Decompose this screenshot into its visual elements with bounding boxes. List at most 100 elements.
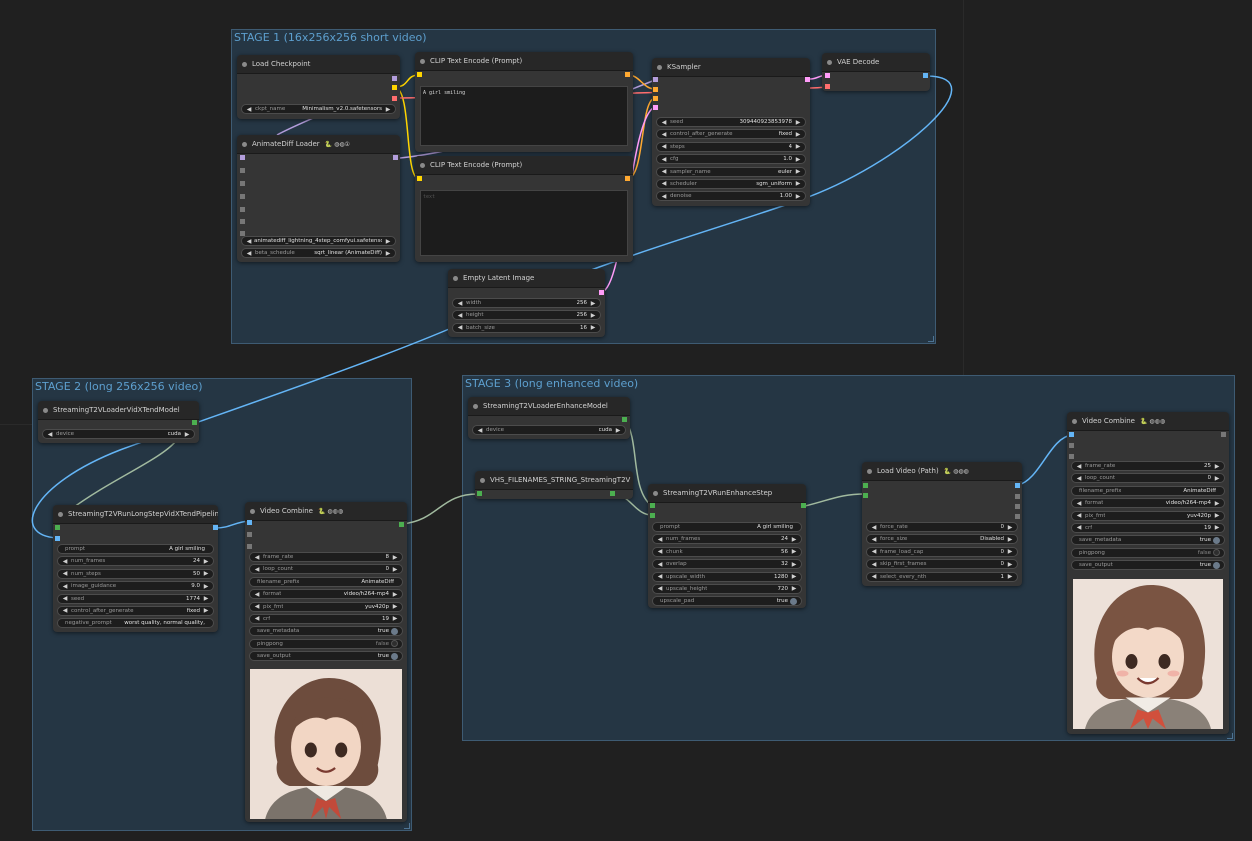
widget-negative-prompt[interactable]: negative_prompt worst quality, normal qua… (57, 618, 214, 629)
video-preview[interactable] (250, 669, 402, 819)
increment-arrow-icon[interactable]: ▶ (1007, 548, 1013, 555)
decrement-arrow-icon[interactable]: ◀ (661, 119, 667, 126)
node-title-bar[interactable]: CLIP Text Encode (Prompt) (415, 52, 633, 71)
widget-height[interactable]: ◀ height 256 ▶ (452, 310, 601, 321)
input-port-clip[interactable] (417, 72, 422, 77)
widget-width[interactable]: ◀ width 256 ▶ (452, 298, 601, 308)
decrement-arrow-icon[interactable]: ◀ (657, 561, 663, 568)
widget-loop-count[interactable]: ◀ loop_count 0 ▶ (1071, 473, 1225, 484)
widget-sampler-name[interactable]: ◀ sampler_name euler ▶ (656, 166, 806, 177)
widget-upscale-width[interactable]: ◀ upscale_width 1280 ▶ (652, 571, 802, 582)
decrement-arrow-icon[interactable]: ◀ (62, 558, 68, 565)
increment-arrow-icon[interactable]: ▶ (795, 168, 801, 175)
increment-arrow-icon[interactable]: ▶ (791, 585, 797, 592)
input-port-motion-lora[interactable] (240, 181, 245, 186)
widget-prompt[interactable]: prompt A girl smiling (57, 544, 214, 554)
widget-control-after-generate[interactable]: ◀ control_after_generate fixed ▶ (656, 129, 806, 140)
widget-control-after-generate[interactable]: ◀ control_after_generate fixed ▶ (57, 605, 214, 616)
output-port-conditioning[interactable] (625, 176, 630, 181)
increment-arrow-icon[interactable]: ▶ (795, 156, 801, 163)
widget-upscale-pad[interactable]: upscale_pad true (652, 596, 802, 607)
decrement-arrow-icon[interactable]: ◀ (661, 143, 667, 150)
output-port-path[interactable] (801, 503, 806, 508)
input-port-positive[interactable] (653, 87, 658, 92)
decrement-arrow-icon[interactable]: ◀ (62, 570, 68, 577)
input-port-video-path[interactable] (650, 513, 655, 518)
widget-device[interactable]: ◀ device cuda ▶ (42, 429, 195, 439)
output-port-filenames[interactable] (399, 522, 404, 527)
widget-seed[interactable]: ◀ seed 1774 ▶ (57, 593, 214, 604)
output-port-latent[interactable] (599, 290, 604, 295)
node-clip-text-encode-positive[interactable]: CLIP Text Encode (Prompt) A girl smiling (415, 52, 633, 152)
node-ksampler[interactable]: KSampler ◀ seed 309440923853978 ▶ ◀ control_… (652, 58, 810, 206)
widget-pix-fmt[interactable]: ◀ pix_fmt yuv420p ▶ (249, 601, 403, 612)
increment-arrow-icon[interactable]: ▶ (1214, 524, 1220, 531)
widget-save-metadata[interactable]: save_metadata true (249, 626, 403, 637)
input-port-images[interactable] (247, 520, 252, 525)
decrement-arrow-icon[interactable]: ◀ (661, 156, 667, 163)
output-port-video-info[interactable] (1015, 514, 1020, 519)
node-title-bar[interactable]: StreamingT2VRunEnhanceStep (648, 484, 806, 503)
input-port-latent[interactable] (653, 105, 658, 110)
widget-num-steps[interactable]: ◀ num_steps 50 ▶ (57, 568, 214, 579)
node-title-bar[interactable]: StreamingT2VLoaderVidXTendModel (38, 401, 199, 420)
input-port-context-options[interactable] (240, 168, 245, 173)
output-port-images[interactable] (1015, 483, 1020, 488)
increment-arrow-icon[interactable]: ▶ (392, 566, 398, 573)
decrement-arrow-icon[interactable]: ◀ (477, 427, 483, 434)
toggle-knob[interactable] (1213, 561, 1220, 569)
increment-arrow-icon[interactable]: ▶ (791, 573, 797, 580)
widget-pingpong[interactable]: pingpong false (1071, 547, 1225, 558)
node-streaming-t2v-loader-vidxtend[interactable]: StreamingT2VLoaderVidXTendModel ◀ device c… (38, 401, 199, 443)
widget-chunk[interactable]: ◀ chunk 56 ▶ (652, 546, 802, 557)
increment-arrow-icon[interactable]: ▶ (590, 312, 596, 319)
output-port-conditioning[interactable] (625, 72, 630, 77)
collapse-dot[interactable] (827, 59, 832, 65)
collapse-dot[interactable] (657, 64, 662, 70)
collapse-dot[interactable] (58, 511, 63, 517)
input-port-meta-batch[interactable] (247, 544, 252, 549)
increment-arrow-icon[interactable]: ▶ (392, 615, 398, 622)
increment-arrow-icon[interactable]: ▶ (203, 570, 209, 577)
increment-arrow-icon[interactable]: ▶ (392, 591, 398, 598)
increment-arrow-icon[interactable]: ▶ (615, 427, 621, 434)
decrement-arrow-icon[interactable]: ◀ (246, 250, 252, 257)
output-port-filenames[interactable] (1221, 432, 1226, 437)
output-port-images[interactable] (213, 525, 218, 530)
decrement-arrow-icon[interactable]: ◀ (657, 536, 663, 543)
output-port-clip[interactable] (392, 85, 397, 90)
toggle-knob[interactable] (391, 627, 398, 635)
video-preview[interactable] (1073, 579, 1223, 729)
input-port-images[interactable] (55, 536, 60, 541)
node-title-bar[interactable]: KSampler (652, 58, 810, 77)
output-port-latent[interactable] (805, 77, 810, 82)
node-video-combine-stage-3[interactable]: Video Combine 🐍 ◍◍◍ ◀ frame_rate 25 ▶ ◀ loop… (1067, 412, 1229, 734)
widget-force-size[interactable]: ◀ force_size Disabled ▶ (866, 534, 1018, 545)
increment-arrow-icon[interactable]: ▶ (184, 431, 190, 438)
increment-arrow-icon[interactable]: ▶ (791, 561, 797, 568)
collapse-dot[interactable] (867, 468, 872, 474)
widget-save-metadata[interactable]: save_metadata true (1071, 535, 1225, 546)
input-port-model[interactable] (650, 503, 655, 508)
decrement-arrow-icon[interactable]: ◀ (47, 431, 53, 438)
input-port-vae[interactable] (825, 84, 830, 89)
widget-frame-rate[interactable]: ◀ frame_rate 25 ▶ (1071, 461, 1225, 471)
node-title-bar[interactable]: Empty Latent Image (448, 269, 605, 288)
increment-arrow-icon[interactable]: ▶ (1007, 561, 1013, 568)
increment-arrow-icon[interactable]: ▶ (1214, 512, 1220, 519)
output-port-model[interactable] (622, 417, 627, 422)
increment-arrow-icon[interactable]: ▶ (203, 583, 209, 590)
node-title-bar[interactable]: Video Combine 🐍 ◍◍◍ (1067, 412, 1229, 431)
decrement-arrow-icon[interactable]: ◀ (661, 180, 667, 187)
output-port-model[interactable] (393, 155, 398, 160)
decrement-arrow-icon[interactable]: ◀ (62, 595, 68, 602)
collapse-dot[interactable] (43, 407, 48, 413)
decrement-arrow-icon[interactable]: ◀ (62, 607, 68, 614)
input-port-clip[interactable] (417, 176, 422, 181)
widget-frame-rate[interactable]: ◀ frame_rate 8 ▶ (249, 552, 403, 562)
input-port-video[interactable] (863, 493, 868, 498)
decrement-arrow-icon[interactable]: ◀ (62, 583, 68, 590)
node-streaming-t2v-run-long-step-pipeline[interactable]: StreamingT2VRunLongStepVidXTendPipeline … (53, 505, 218, 632)
decrement-arrow-icon[interactable]: ◀ (661, 193, 667, 200)
input-port-negative[interactable] (653, 96, 658, 101)
